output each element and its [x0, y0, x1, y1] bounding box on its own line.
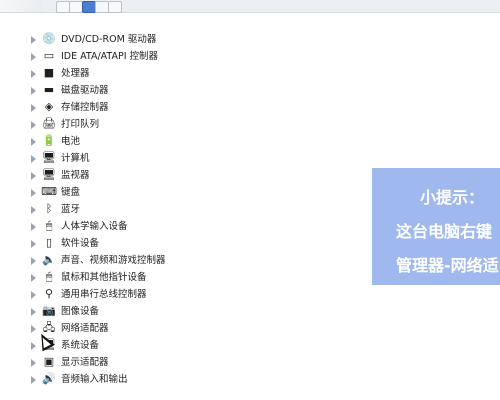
storage-controller-icon: ◈ [44, 100, 54, 113]
properties-button[interactable] [82, 1, 96, 13]
device-category[interactable]: 🔈 声音、视频和游戏控制器 [0, 252, 370, 269]
device-category[interactable]: ⚲ 通用串行总线控制器 [0, 286, 370, 303]
audio-icon: 🔈 [42, 253, 56, 266]
device-category[interactable]: 🖥 系统设备 [0, 337, 370, 354]
device-category[interactable]: 💿 DVD/CD-ROM 驱动器 [0, 31, 370, 48]
expand-arrow-icon[interactable] [31, 189, 36, 197]
device-category-label: 电池 [61, 136, 81, 147]
device-category-label: 声音、视频和游戏控制器 [61, 255, 166, 266]
camera-icon: 📷 [42, 304, 56, 317]
expand-arrow-icon[interactable] [31, 121, 36, 129]
battery-icon: 🔋 [42, 134, 56, 147]
human-input-icon: 🖱 [45, 219, 53, 232]
device-category[interactable]: 🖥 计算机 [0, 150, 370, 167]
device-category-label: DVD/CD-ROM 驱动器 [61, 34, 157, 45]
tip-line: 这台电脑右键 [396, 222, 493, 241]
expand-arrow-icon[interactable] [31, 104, 36, 112]
computer-icon: 🖥 [42, 151, 56, 164]
tip-line: 管理器-网络适 [396, 256, 499, 275]
printer-icon: 🖨 [42, 117, 56, 130]
display-adapter-icon: ▣ [43, 355, 55, 368]
audio-io-icon: 🔊 [42, 372, 56, 385]
expand-arrow-icon[interactable] [31, 155, 36, 163]
expand-arrow-icon[interactable] [31, 376, 36, 384]
expand-arrow-icon[interactable] [31, 223, 36, 231]
bluetooth-icon: ᛒ [45, 202, 53, 215]
device-category-label: 网络适配器 [61, 323, 109, 334]
expand-arrow-icon[interactable] [31, 308, 36, 316]
expand-arrow-icon[interactable] [31, 70, 36, 78]
expand-arrow-icon[interactable] [31, 138, 36, 146]
disk-drive-icon: ▬ [43, 83, 55, 96]
expand-arrow-icon[interactable] [31, 206, 36, 214]
device-category[interactable]: ▯ 软件设备 [0, 235, 370, 252]
device-category-label: 人体学输入设备 [61, 221, 128, 232]
device-category[interactable]: 📷 图像设备 [0, 303, 370, 320]
toolbar [0, 0, 500, 13]
tip-overlay: 小提示： 这台电脑右键 管理器-网络适 [372, 168, 500, 285]
expand-arrow-icon[interactable] [31, 87, 36, 95]
device-category[interactable]: ▣ 显示适配器 [0, 354, 370, 371]
ide-controller-icon: ▭ [43, 49, 55, 62]
expand-arrow-icon[interactable] [31, 274, 36, 282]
expand-arrow-icon[interactable] [31, 53, 36, 61]
device-category-label: 鼠标和其他指针设备 [61, 272, 147, 283]
device-category[interactable]: 🖥 监视器 [0, 167, 370, 184]
toolbar-button[interactable] [56, 1, 70, 13]
toolbar-button[interactable] [95, 1, 109, 13]
tip-title: 小提示： [420, 188, 485, 207]
device-category[interactable]: ▭ IDE ATA/ATAPI 控制器 [0, 48, 370, 65]
expand-arrow-icon[interactable] [31, 172, 36, 180]
expand-arrow-icon[interactable] [31, 36, 36, 44]
expand-arrow-icon[interactable] [31, 257, 36, 265]
mouse-icon: 🖱 [45, 270, 53, 283]
device-category-label: 音频输入和输出 [61, 374, 128, 385]
keyboard-icon: ⌨ [41, 185, 57, 198]
device-category-label: 监视器 [61, 170, 90, 181]
expand-arrow-icon[interactable] [31, 342, 36, 350]
expand-arrow-icon[interactable] [31, 325, 36, 333]
device-category[interactable]: ■ 处理器 [0, 65, 370, 82]
blurred-nav-area [0, 0, 42, 12]
device-category-label: 打印队列 [61, 119, 100, 130]
expand-arrow-icon[interactable] [31, 291, 36, 299]
toolbar-button[interactable] [69, 1, 83, 13]
processor-icon: ■ [43, 66, 55, 79]
device-category-label: 通用串行总线控制器 [61, 289, 147, 300]
expand-arrow-icon[interactable] [31, 240, 36, 248]
device-category-label: 软件设备 [61, 238, 100, 249]
software-device-icon: ▯ [45, 236, 53, 249]
toolbar-button[interactable] [108, 1, 122, 13]
device-category[interactable]: 🖱 人体学输入设备 [0, 218, 370, 235]
device-category[interactable]: 🔋 电池 [0, 133, 370, 150]
disc-drive-icon: 💿 [42, 32, 56, 45]
device-category-label: 计算机 [61, 153, 90, 164]
device-category[interactable]: 🖧 网络适配器 [0, 320, 370, 337]
device-category-label: 图像设备 [61, 306, 100, 317]
device-category[interactable]: 🔊 音频输入和输出 [0, 371, 370, 388]
device-category-label: 处理器 [61, 68, 90, 79]
monitor-icon: 🖥 [42, 168, 56, 181]
device-category-label: IDE ATA/ATAPI 控制器 [61, 51, 159, 62]
usb-icon: ⚲ [44, 287, 54, 300]
device-category[interactable]: ◈ 存储控制器 [0, 99, 370, 116]
device-category-label: 蓝牙 [61, 204, 81, 215]
device-category[interactable]: 🖨 打印队列 [0, 116, 370, 133]
device-category[interactable]: ▬ 磁盘驱动器 [0, 82, 370, 99]
device-category-label: 键盘 [61, 187, 81, 198]
expand-arrow-icon[interactable] [31, 359, 36, 367]
device-category-label: 磁盘驱动器 [61, 85, 109, 96]
device-category[interactable]: ᛒ 蓝牙 [0, 201, 370, 218]
device-category[interactable]: ⌨ 键盘 [0, 184, 370, 201]
device-category-label: 系统设备 [61, 340, 100, 351]
device-category[interactable]: 🖱 鼠标和其他指针设备 [0, 269, 370, 286]
device-category-label: 存储控制器 [61, 102, 109, 113]
device-category-label: 显示适配器 [61, 357, 109, 368]
